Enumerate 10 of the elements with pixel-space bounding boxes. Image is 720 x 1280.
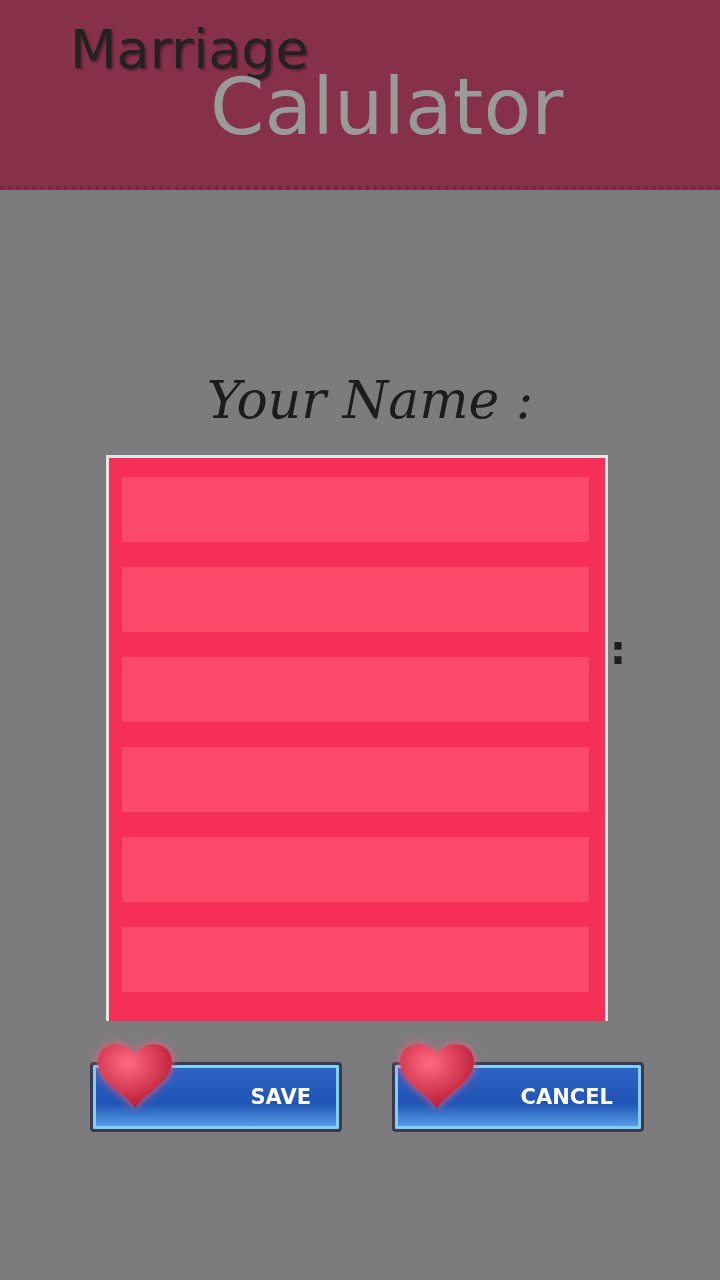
- picker-option[interactable]: [122, 837, 589, 902]
- heart-icon: [96, 1042, 174, 1110]
- form-label: :: [610, 630, 626, 670]
- picker-option[interactable]: [122, 567, 589, 632]
- picker-option[interactable]: [122, 747, 589, 812]
- heart-icon: [398, 1042, 476, 1110]
- picker-option[interactable]: [122, 927, 589, 992]
- picker-option[interactable]: [122, 657, 589, 722]
- picker-option[interactable]: [122, 477, 589, 542]
- form-label: Your Name :: [205, 370, 535, 430]
